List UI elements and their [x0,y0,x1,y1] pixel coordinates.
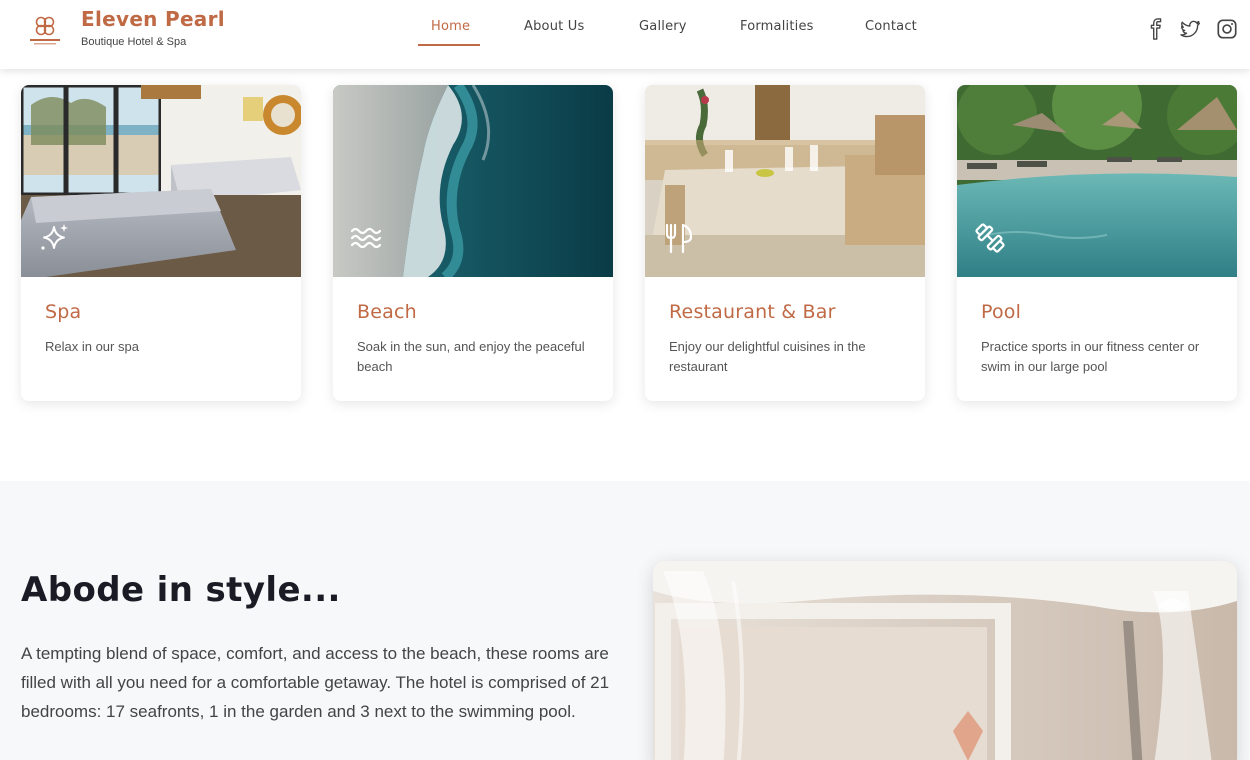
facebook-icon[interactable] [1145,18,1167,40]
brand-tagline: Boutique Hotel & Spa [81,36,187,48]
nav-about-us[interactable]: About Us [524,19,584,34]
service-card-pool[interactable]: Pool Practice sports in our fitness cent… [957,85,1237,401]
nav-home[interactable]: Home [431,19,470,34]
nav-formalities[interactable]: Formalities [740,19,814,34]
service-card-beach[interactable]: Beach Soak in the sun, and enjoy the pea… [333,85,613,401]
section-description: A tempting blend of space, comfort, and … [21,644,610,721]
room-photo [653,561,1237,760]
sparkles-icon [41,224,68,250]
brand-name[interactable]: Eleven Pearl [81,7,225,31]
nav-gallery[interactable]: Gallery [639,19,687,34]
dumbbell-icon [975,223,1005,253]
card-description: Relax in our spa [45,339,139,354]
twitter-icon[interactable] [1179,18,1201,40]
card-title: Pool [981,301,1022,323]
abode-section: Abode in style... A tempting blend of sp… [0,481,1250,760]
card-title: Beach [357,301,417,323]
card-description: Practice sports in our fitness center or… [981,339,1200,374]
card-description: Soak in the sun, and enjoy the peaceful … [357,339,585,374]
card-title: Restaurant & Bar [669,301,836,323]
site-header: Eleven Pearl Boutique Hotel & Spa Home A… [0,0,1250,69]
card-title: Spa [45,301,82,323]
knot-logo-icon[interactable] [26,12,64,48]
nav-contact[interactable]: Contact [865,19,917,34]
service-card-spa[interactable]: Spa Relax in our spa [21,85,301,401]
service-card-restaurant-bar[interactable]: Restaurant & Bar Enjoy our delightful cu… [645,85,925,401]
waves-icon [350,227,382,249]
card-description: Enjoy our delightful cuisines in the res… [669,339,866,374]
section-title: Abode in style... [21,570,341,610]
nav-active-indicator [418,44,480,46]
instagram-icon[interactable] [1216,18,1238,40]
utensils-icon [665,223,693,254]
